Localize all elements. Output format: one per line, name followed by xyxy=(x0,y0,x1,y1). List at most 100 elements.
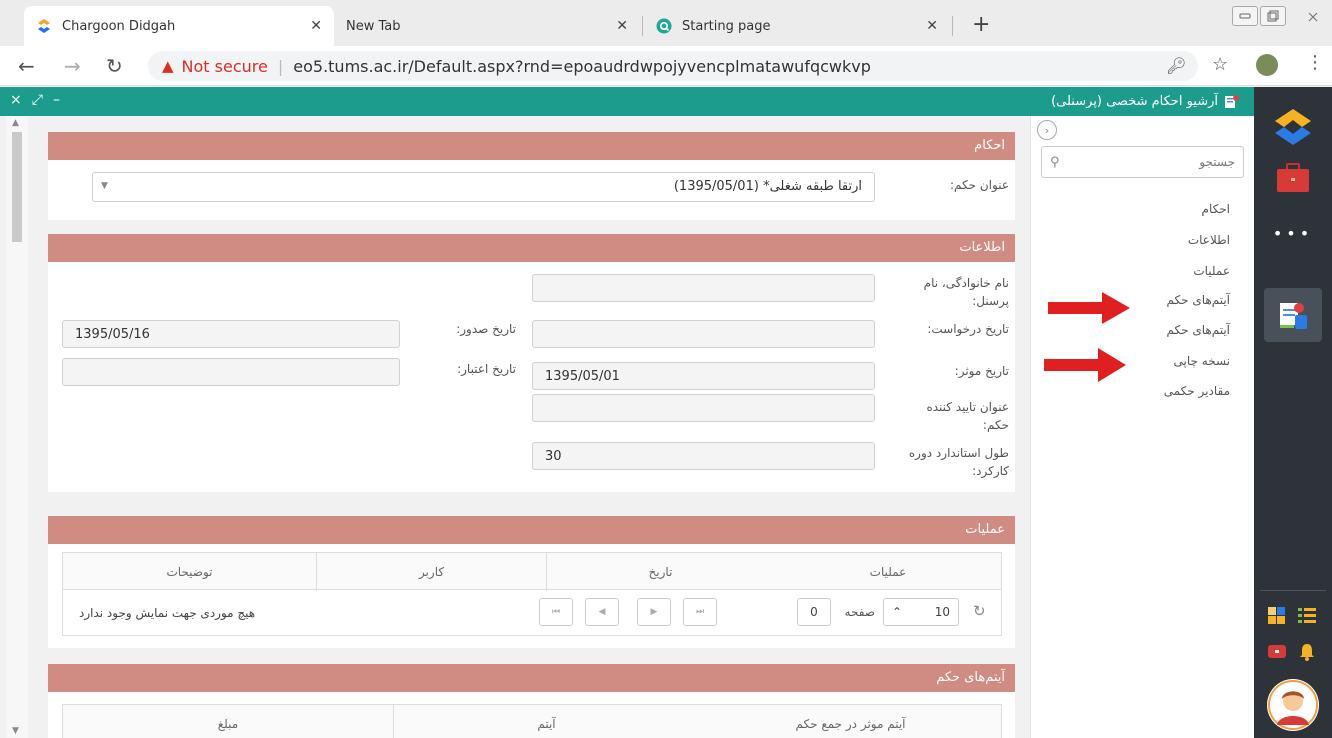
tab-title: New Tab xyxy=(346,18,401,34)
verdict-title-select[interactable]: ارتقا طبقه شغلی* (1395/05/01) ▼ xyxy=(92,172,875,202)
qwant-favicon xyxy=(656,18,672,34)
name-field[interactable] xyxy=(532,274,875,302)
refresh-icon[interactable]: ↻ xyxy=(973,602,986,620)
subnav-item-ahkam[interactable]: احکام xyxy=(1202,202,1230,216)
more-apps-icon[interactable]: ••• xyxy=(1254,224,1332,243)
panel-title: آیتم‌های حکم xyxy=(48,664,1015,692)
approver-label: عنوان تایید کننده حکم: xyxy=(926,400,1009,432)
subnav-item-print-copy[interactable]: نسخه چاپی xyxy=(1174,354,1230,368)
chevron-up-icon[interactable]: ⌃ xyxy=(892,605,902,619)
maximize-button[interactable] xyxy=(1260,6,1286,26)
tab-chargoon-didgah[interactable]: Chargoon Didgah ✕ xyxy=(24,6,334,46)
name-label: نام خانوادگی، نام پرسنل: xyxy=(923,276,1009,308)
profile-avatar-icon[interactable] xyxy=(1256,54,1278,76)
page-label: صفحه xyxy=(844,605,875,619)
url-bar[interactable]: ▲ Not secure | eo5.tums.ac.ir/Default.as… xyxy=(148,51,1198,81)
request-date-field[interactable] xyxy=(532,320,875,348)
close-window-icon xyxy=(1308,12,1318,22)
column-header[interactable]: عملیات xyxy=(774,553,1002,591)
items-table-header: آیتم موثر در جمع حکم آیتم مبلغ xyxy=(62,704,1002,738)
request-date-label: تاریخ درخواست: xyxy=(927,322,1009,336)
work-period-label: طول استاندارد دوره کارکرد: xyxy=(908,446,1009,478)
search-icon[interactable]: ⚲ xyxy=(1050,155,1060,170)
vertical-scrollbar[interactable]: ▲ ▼ xyxy=(6,116,28,738)
subnav-item-info[interactable]: اطلاعات xyxy=(1188,233,1230,247)
close-icon[interactable]: ✕ xyxy=(926,18,938,34)
bell-notification-icon[interactable] xyxy=(1298,643,1316,661)
collapse-chevron-icon[interactable]: › xyxy=(1037,120,1057,140)
puzzle-apps-icon[interactable] xyxy=(1268,607,1286,625)
close-icon[interactable]: ✕ xyxy=(310,18,322,34)
browser-address-bar: ← → ↻ ▲ Not secure | eo5.tums.ac.ir/Defa… xyxy=(0,46,1332,86)
scroll-up-icon[interactable]: ▲ xyxy=(12,118,19,128)
work-period-field[interactable]: 30 xyxy=(532,442,875,470)
column-header[interactable]: مبلغ xyxy=(63,705,393,738)
column-header[interactable]: آیتم xyxy=(393,705,699,738)
close-icon[interactable]: ✕ xyxy=(616,18,628,34)
divider: | xyxy=(277,56,284,76)
tab-starting-page[interactable]: Starting page ✕ xyxy=(644,6,950,46)
subnav-item-verdict-items-2[interactable]: آیتم‌های حکم xyxy=(1166,323,1230,337)
panel-title: احکام xyxy=(48,132,1015,160)
messages-icon[interactable] xyxy=(1268,643,1286,661)
menu-kebab-icon[interactable]: ⋮ xyxy=(1306,52,1324,73)
section-navigation: › ⚲ احکام اطلاعات عملیات آیتم‌های حکم آی… xyxy=(1030,116,1254,738)
empty-message: هیچ موردی جهت نمایش وجود ندارد xyxy=(79,606,256,620)
key-icon[interactable]: 🔑︎ xyxy=(1166,56,1186,75)
search-box: ⚲ xyxy=(1041,146,1244,178)
close-panel-icon[interactable]: × xyxy=(10,92,22,108)
subnav-item-verdict-items[interactable]: آیتم‌های حکم xyxy=(1166,293,1230,307)
expand-icon[interactable]: ⤢ xyxy=(32,92,43,108)
subnav-item-ops[interactable]: عملیات xyxy=(1193,264,1230,278)
column-header[interactable]: کاربر xyxy=(316,553,546,591)
page-size-input[interactable]: ⌃ 10 xyxy=(883,598,959,626)
scroll-down-icon[interactable]: ▼ xyxy=(12,726,19,736)
user-avatar[interactable] xyxy=(1267,679,1319,731)
verdict-title-label: عنوان حکم: xyxy=(949,178,1009,192)
task-list-icon[interactable] xyxy=(1298,607,1316,625)
issue-date-label: تاریخ صدور: xyxy=(456,322,516,336)
chargoon-favicon xyxy=(38,19,50,33)
search-input[interactable] xyxy=(1085,155,1235,169)
minimize-panel-icon[interactable]: – xyxy=(53,92,60,108)
scrollbar-thumb[interactable] xyxy=(12,132,22,242)
briefcase-icon[interactable] xyxy=(1276,163,1310,193)
prev-page-icon[interactable]: ◀ xyxy=(585,598,619,626)
tab-title: Chargoon Didgah xyxy=(62,18,176,34)
subnav-item-verdict-values[interactable]: مقادیر حکمی xyxy=(1164,384,1230,398)
column-header[interactable]: آیتم موثر در جمع حکم xyxy=(699,705,1002,738)
column-header[interactable]: توضیحات xyxy=(63,553,316,591)
page-number-input[interactable]: 0 xyxy=(797,598,831,626)
validity-date-field[interactable] xyxy=(62,358,400,386)
panel-title: اطلاعات xyxy=(48,234,1015,262)
column-header[interactable]: تاریخ xyxy=(546,553,774,591)
effective-date-field[interactable]: 1395/05/01 xyxy=(532,362,875,390)
new-tab-button[interactable]: + xyxy=(972,12,990,37)
first-page-icon[interactable]: ⏮ xyxy=(539,598,573,626)
restore-icon xyxy=(1267,10,1279,22)
issue-date-field[interactable]: 1395/05/16 xyxy=(62,320,400,348)
personnel-archive-icon xyxy=(1280,303,1307,329)
back-arrow-icon[interactable]: ← xyxy=(18,54,35,78)
divider xyxy=(1260,590,1326,591)
reload-icon[interactable]: ↻ xyxy=(106,54,123,78)
close-window-button[interactable] xyxy=(1300,6,1326,28)
forward-arrow-icon[interactable]: → xyxy=(64,54,81,78)
didgah-logo-icon[interactable] xyxy=(1271,105,1315,149)
tab-separator xyxy=(952,16,953,36)
approver-field[interactable] xyxy=(532,394,875,422)
dropdown-caret-icon: ▼ xyxy=(101,181,108,191)
ops-table-header: عملیات تاریخ کاربر توضیحات xyxy=(62,552,1002,591)
ops-table-footer: هیچ موردی جهت نمایش وجود ندارد ⏮ ◀ ▶ ⏭ 0… xyxy=(62,590,1002,636)
personnel-archive-app-button[interactable] xyxy=(1264,288,1322,342)
next-page-icon[interactable]: ▶ xyxy=(637,598,671,626)
red-arrow-annotation xyxy=(1048,292,1130,324)
ahkam-panel: احکام عنوان حکم: ارتقا طبقه شغلی* (1395/… xyxy=(48,132,1015,220)
tab-new-tab[interactable]: New Tab ✕ xyxy=(334,6,640,46)
bookmark-star-icon[interactable]: ☆ xyxy=(1212,54,1228,75)
window-title: آرشیو احکام شخصی (پرسنلی) xyxy=(1051,93,1218,109)
not-secure-label: Not secure xyxy=(181,56,268,76)
info-panel: اطلاعات نام خانوادگی، نام پرسنل: تاریخ د… xyxy=(48,234,1015,492)
last-page-icon[interactable]: ⏭ xyxy=(683,598,717,626)
minimize-button[interactable] xyxy=(1232,6,1258,26)
